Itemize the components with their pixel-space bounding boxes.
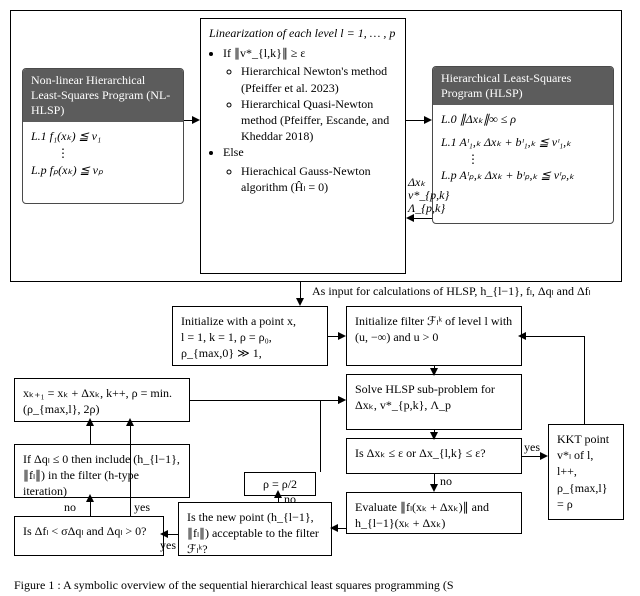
label-df-yes: yes <box>134 500 150 515</box>
label-below: As input for calculations of HLSP, h_{l−… <box>312 284 632 299</box>
hlsp-lp: L.p Aᶦₚ,ₖ Δxₖ + bᶦₚ,ₖ ≦ vᶦₚ,ₖ <box>441 167 605 184</box>
lin-quasi: Hierarchical Quasi-Newton method (Pfeiff… <box>241 96 397 145</box>
box-df-check: Is Δfₗ < σΔqₗ and Δqₗ > 0? <box>14 516 164 556</box>
box-init-left: Initialize with a point x, l = 1, k = 1,… <box>172 306 328 366</box>
box-linearization: Linearization of each level l = 1, … , p… <box>200 18 406 274</box>
init-filter-text: Initialize filter ℱₗᵏ of level l with (u… <box>347 307 521 351</box>
rho-half-text: ρ = ρ/2 <box>245 473 315 495</box>
filter-text: Is the new point (h_{l−1}, ∥fₗ∥) accepta… <box>179 503 331 564</box>
box-filter-check: Is the new point (h_{l−1}, ∥fₗ∥) accepta… <box>178 502 332 556</box>
box-evaluate: Evaluate ∥fₗ(xₖ + Δxₖ)∥ and h_{l−1}(xₖ +… <box>346 492 522 534</box>
step-text: xₖ₊₁ = xₖ + Δxₖ, k++, ρ = min.(ρ_{max,l}… <box>15 379 189 423</box>
box-rho-half: ρ = ρ/2 <box>244 472 316 496</box>
box-include: If Δqₗ ≤ 0 then include (h_{l−1}, ∥fₗ∥) … <box>14 444 190 498</box>
panel-nlhlsp-title: Non-linear Hierarchical Least-Squares Pr… <box>23 69 183 122</box>
df-text: Is Δfₗ < σΔqₗ and Δqₗ > 0? <box>15 517 163 545</box>
label-filter-yes: yes <box>160 538 176 553</box>
label-hlsp-back: Δxₖ v*_{p,k} Λ_{p,k} <box>408 176 438 216</box>
hlsp-l0: L.0 ∥Δxₖ∥∞ ≤ ρ <box>441 111 605 128</box>
panel-hlsp-title: Hierarchical Least-Squares Program (HLSP… <box>433 67 613 105</box>
lin-newton: Hierarchical Newton's method (Pfeiffer e… <box>241 63 397 95</box>
hlsp-l1: L.1 Aᶦ₁,ₖ Δxₖ + bᶦ₁,ₖ ≦ vᶦ₁,ₖ <box>441 134 605 151</box>
panel-nlhlsp: Non-linear Hierarchical Least-Squares Pr… <box>22 68 184 204</box>
label-eps-no: no <box>440 474 452 489</box>
label-eps-yes: yes <box>524 440 540 455</box>
lin-title: Linearization of each level l = 1, … , p <box>209 25 397 41</box>
nlhlsp-lp: L.p fₚ(xₖ) ≦ vₚ <box>31 162 175 179</box>
box-solve-hlsp: Solve HLSP sub-problem for Δxₖ, v*_{p,k}… <box>346 374 522 430</box>
box-init-filter: Initialize filter ℱₗᵏ of level l with (u… <box>346 306 522 366</box>
box-eps-check: Is Δxₖ ≤ ε or Δx_{l,k} ≤ ε? <box>346 438 522 474</box>
hlsp-dots: ⋮ <box>441 151 605 168</box>
include-text: If Δqₗ ≤ 0 then include (h_{l−1}, ∥fₗ∥) … <box>15 445 189 506</box>
eval-text: Evaluate ∥fₗ(xₖ + Δxₖ)∥ and h_{l−1}(xₖ +… <box>347 493 521 537</box>
lin-else: Else <box>223 144 397 160</box>
eps-text: Is Δxₖ ≤ ε or Δx_{l,k} ≤ ε? <box>347 439 521 467</box>
figure-caption: Figure 1 : A symbolic overview of the se… <box>14 578 634 593</box>
panel-hlsp: Hierarchical Least-Squares Program (HLSP… <box>432 66 614 224</box>
box-kkt: KKT point v*ₗ of l, l++, ρ_{max,l} = ρ <box>548 424 624 520</box>
box-step: xₖ₊₁ = xₖ + Δxₖ, k++, ρ = min.(ρ_{max,l}… <box>14 378 190 422</box>
lin-if: If ∥v*_{l,k}∥ ≥ ε <box>223 45 397 61</box>
label-df-no: no <box>64 500 76 515</box>
nlhlsp-l1: L.1 f₁(xₖ) ≦ v₁ <box>31 128 175 145</box>
lin-gauss: Hierachical Gauss-Newton algorithm (Ĥₗ =… <box>241 163 397 195</box>
init-left-text: Initialize with a point x, l = 1, k = 1,… <box>173 307 327 368</box>
solve-text: Solve HLSP sub-problem for Δxₖ, v*_{p,k}… <box>347 375 521 419</box>
label-filter-no: no <box>284 492 296 507</box>
nlhlsp-dots: ⋮ <box>31 145 175 162</box>
kkt-text: KKT point v*ₗ of l, l++, ρ_{max,l} = ρ <box>549 425 623 518</box>
